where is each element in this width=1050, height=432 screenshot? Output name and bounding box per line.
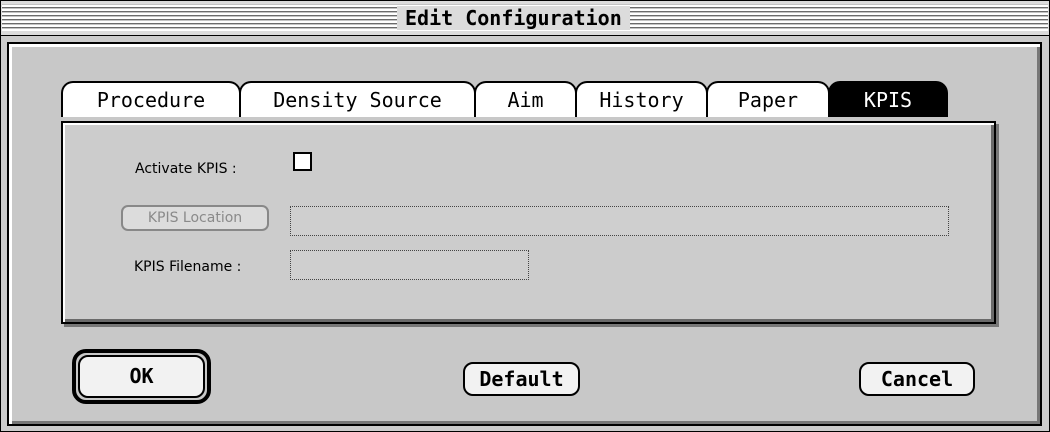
kpis-location-field[interactable] <box>290 206 949 236</box>
tab-kpis[interactable]: KPIS <box>828 81 948 117</box>
tab-history[interactable]: History <box>575 81 708 117</box>
window-title: Edit Configuration <box>397 6 630 30</box>
activate-kpis-label: Activate KPIS : <box>135 161 237 177</box>
default-button[interactable]: Default <box>463 362 580 396</box>
kpis-location-button[interactable]: KPIS Location <box>121 205 269 231</box>
cancel-button[interactable]: Cancel <box>859 362 975 396</box>
activate-kpis-checkbox[interactable] <box>293 152 312 171</box>
tab-paper[interactable]: Paper <box>706 81 830 117</box>
tab-aim[interactable]: Aim <box>474 81 577 117</box>
kpis-filename-label: KPIS Filename : <box>134 259 242 275</box>
tab-density-source[interactable]: Density Source <box>239 81 476 117</box>
title-bar[interactable]: Edit Configuration <box>1 1 1049 36</box>
ok-button[interactable]: OK <box>78 355 205 398</box>
tab-procedure[interactable]: Procedure <box>61 81 241 117</box>
kpis-filename-field[interactable] <box>290 250 529 280</box>
